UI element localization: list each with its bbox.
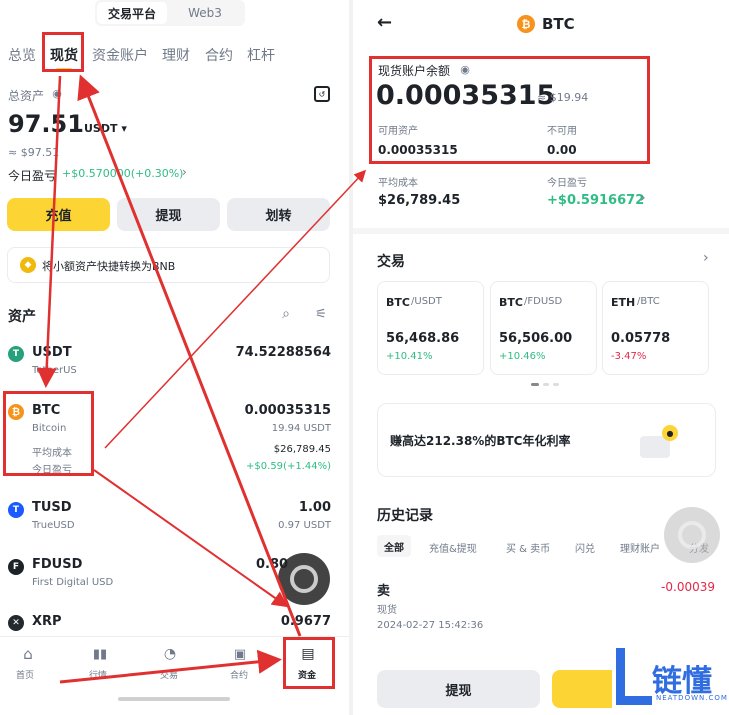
annotation-arrows [36, 74, 367, 684]
